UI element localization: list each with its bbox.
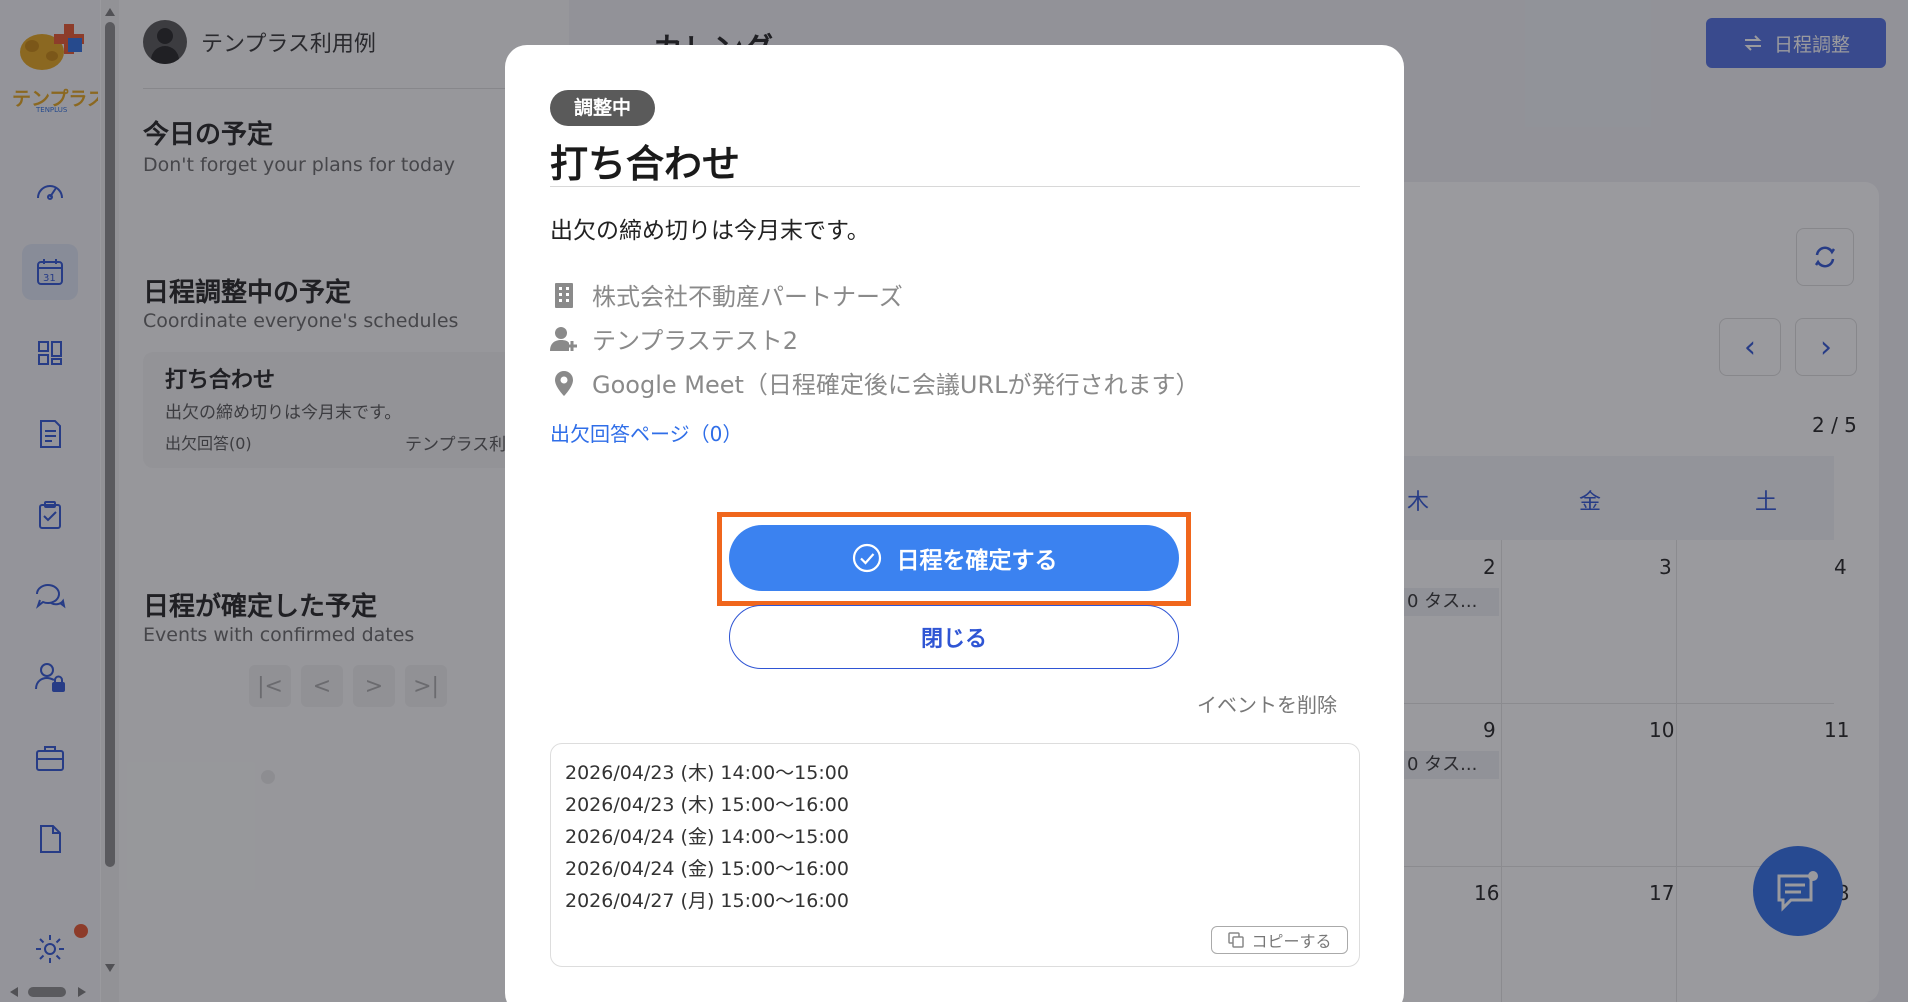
member-name: テンプラステスト2 bbox=[592, 327, 799, 355]
delete-event-link[interactable]: イベントを削除 bbox=[1197, 689, 1337, 718]
confirm-schedule-label: 日程を確定する bbox=[896, 548, 1058, 574]
company-row: 株式会社不動産パートナーズ bbox=[550, 277, 903, 312]
copy-button[interactable]: コピーする bbox=[1211, 926, 1348, 954]
copy-label: コピーする bbox=[1251, 932, 1332, 951]
member-row: テンプラステスト2 bbox=[550, 321, 798, 356]
confirm-schedule-button[interactable]: 日程を確定する bbox=[729, 525, 1179, 591]
candidate-date: 2026/04/24 (金) 15:00〜16:00 bbox=[565, 858, 849, 880]
check-circle-icon bbox=[852, 543, 881, 573]
location-text: Google Meet（日程確定後に会議URLが発行されます） bbox=[592, 371, 1200, 399]
candidate-date: 2026/04/23 (木) 15:00〜16:00 bbox=[565, 794, 849, 816]
candidate-date: 2026/04/27 (月) 15:00〜16:00 bbox=[565, 890, 849, 912]
candidate-dates-box: 2026/04/23 (木) 14:00〜15:00 2026/04/23 (木… bbox=[550, 743, 1360, 967]
location-row: Google Meet（日程確定後に会議URLが発行されます） bbox=[550, 365, 1200, 400]
candidate-date: 2026/04/23 (木) 14:00〜15:00 bbox=[565, 762, 849, 784]
company-name: 株式会社不動産パートナーズ bbox=[592, 283, 903, 311]
user-add-icon bbox=[550, 326, 577, 351]
response-page-link[interactable]: 出欠回答ページ（0） bbox=[550, 418, 742, 447]
event-title: 打ち合わせ bbox=[550, 142, 741, 186]
building-icon bbox=[555, 282, 573, 308]
close-button[interactable]: 閉じる bbox=[729, 605, 1179, 669]
candidate-date: 2026/04/24 (金) 14:00〜15:00 bbox=[565, 826, 849, 848]
copy-icon bbox=[1228, 932, 1245, 948]
event-detail-modal: 調整中 打ち合わせ 出欠の締め切りは今月末です。 株式会社不動産パートナーズ テ… bbox=[505, 45, 1404, 1002]
divider bbox=[550, 186, 1360, 187]
status-badge: 調整中 bbox=[550, 90, 656, 126]
location-pin-icon bbox=[555, 370, 573, 396]
event-description: 出欠の締め切りは今月末です。 bbox=[550, 218, 870, 244]
